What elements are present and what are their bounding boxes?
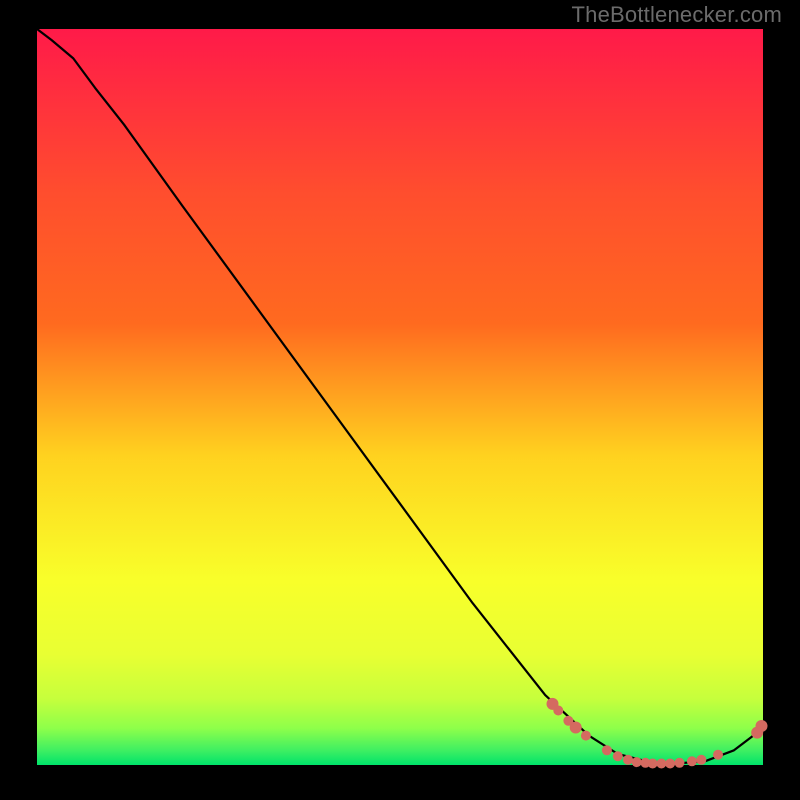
data-marker: [648, 759, 658, 769]
data-marker: [602, 745, 612, 755]
data-marker: [553, 706, 563, 716]
data-marker: [656, 759, 666, 769]
data-marker: [623, 755, 633, 765]
data-marker: [581, 731, 591, 741]
bottleneck-chart: [0, 0, 800, 800]
data-marker: [665, 759, 675, 769]
data-marker: [570, 722, 582, 734]
data-marker: [713, 750, 723, 760]
watermark-text: TheBottlenecker.com: [572, 2, 782, 28]
data-marker: [687, 756, 697, 766]
chart-stage: TheBottlenecker.com: [0, 0, 800, 800]
plot-background: [37, 29, 763, 765]
data-marker: [675, 758, 685, 768]
data-marker: [756, 720, 768, 732]
data-marker: [696, 755, 706, 765]
data-marker: [632, 757, 642, 767]
data-marker: [613, 751, 623, 761]
